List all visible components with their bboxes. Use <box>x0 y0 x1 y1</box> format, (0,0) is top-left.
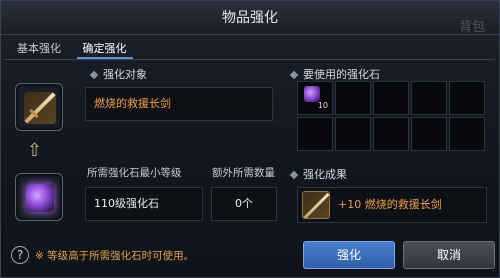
extra-count-value: 0个 <box>211 187 277 221</box>
stone-grid: 10 <box>297 81 485 151</box>
stone-cell[interactable] <box>335 117 371 151</box>
up-arrow-icon: ⇧ <box>27 140 43 161</box>
target-section-title: 强化对象 <box>87 67 147 83</box>
stone-cell[interactable] <box>335 81 371 115</box>
diamond-bullet-icon <box>289 170 299 179</box>
min-level-label: 所需强化石最小等级 <box>87 167 182 179</box>
tab-divider <box>5 59 495 60</box>
cancel-button[interactable]: 取消 <box>403 241 495 269</box>
stone-cell[interactable] <box>373 117 409 151</box>
target-item-name-field: 燃烧的救援长剑 <box>85 87 273 121</box>
enhance-window: 物品强化 背包 基本强化 确定强化 强化对象 燃烧的救援长剑 ⇧ 所需强化石最小… <box>0 0 500 278</box>
min-level-value: 110级强化石 <box>85 187 203 221</box>
stone-quantity: 10 <box>317 101 328 110</box>
stone-cell[interactable] <box>449 117 485 151</box>
result-section-title: 强化成果 <box>287 167 347 183</box>
stone-cell[interactable] <box>411 81 447 115</box>
stone-cell[interactable] <box>373 81 409 115</box>
result-item-name: +10 燃烧的救援长剑 <box>338 198 442 211</box>
left-panel: 强化对象 燃烧的救援长剑 ⇧ 所需强化石最小等级 额外所需数量 110级强化石 … <box>7 63 283 239</box>
result-title-label: 强化成果 <box>303 168 347 181</box>
footer: ? ※ 等级高于所需强化石时可使用。 强化 取消 <box>7 241 495 271</box>
extra-count-label: 额外所需数量 <box>212 167 275 179</box>
enhance-stone-icon <box>304 86 320 102</box>
right-panel: 要使用的强化石 10 强化成果 +10 燃烧的救援长剑 <box>287 63 495 239</box>
tab-bar: 基本强化 确定强化 <box>11 39 139 59</box>
sword-icon <box>302 191 330 219</box>
sword-icon <box>24 92 56 124</box>
stone-cell[interactable] <box>449 81 485 115</box>
diamond-bullet-icon <box>89 70 99 79</box>
target-item-slot[interactable] <box>15 83 63 131</box>
title-bar[interactable]: 物品强化 背包 <box>1 1 499 35</box>
enhance-stone-icon <box>26 184 54 212</box>
tab-basic-enhance[interactable]: 基本强化 <box>11 39 67 59</box>
stone-cell[interactable] <box>297 117 333 151</box>
level-notice: ※ 等级高于所需强化石时可使用。 <box>35 250 195 262</box>
tab-confirm-enhance[interactable]: 确定强化 <box>76 39 133 59</box>
diamond-bullet-icon <box>289 70 299 79</box>
window-title: 物品强化 <box>222 10 278 26</box>
help-icon[interactable]: ? <box>11 246 29 264</box>
background-window-title: 背包 <box>458 20 485 35</box>
stone-cell[interactable]: 10 <box>297 81 333 115</box>
stone-slot[interactable] <box>15 173 63 221</box>
stone-cell[interactable] <box>411 117 447 151</box>
result-box: +10 燃烧的救援长剑 <box>297 187 487 223</box>
stones-title-label: 要使用的强化石 <box>303 68 380 81</box>
target-title-label: 强化对象 <box>103 68 147 81</box>
enhance-button[interactable]: 强化 <box>303 241 395 269</box>
